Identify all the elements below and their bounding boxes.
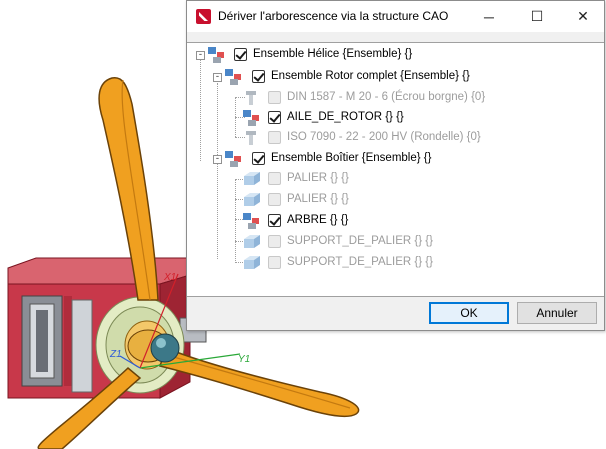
app-logo-icon <box>196 9 211 24</box>
tree-checkbox[interactable] <box>268 235 281 248</box>
tree-node-label[interactable]: Ensemble Hélice {Ensemble} {} <box>253 48 412 60</box>
maximize-button[interactable]: ☐ <box>515 1 559 32</box>
tree-node-label[interactable]: AILE_DE_ROTOR {} {} <box>287 111 404 123</box>
dialog-titlebar[interactable]: Dériver l'arborescence via la structure … <box>187 1 604 32</box>
tree-node-label[interactable]: ARBRE {} {} <box>287 214 348 226</box>
tree-node-label[interactable]: SUPPORT_DE_PALIER {} {} <box>287 256 433 268</box>
tree-node-label[interactable]: Ensemble Boîtier {Ensemble} {} <box>271 152 431 164</box>
tree-node-label[interactable]: PALIER {} {} <box>287 172 349 184</box>
tree-checkbox[interactable] <box>268 131 281 144</box>
minimize-button[interactable]: ─ <box>467 1 511 32</box>
tree-checkbox[interactable] <box>268 172 281 185</box>
standard-part-icon <box>246 91 256 105</box>
standard-part-icon <box>246 131 256 145</box>
derive-tree-dialog: Dériver l'arborescence via la structure … <box>186 0 605 331</box>
tree-checkbox[interactable] <box>268 256 281 269</box>
tree-connector <box>200 59 201 161</box>
dialog-title: Dériver l'arborescence via la structure … <box>218 9 449 23</box>
assembly-icon <box>225 69 241 85</box>
tree-checkbox[interactable] <box>268 111 281 124</box>
assembly-icon <box>208 47 224 63</box>
tree-checkbox[interactable] <box>268 193 281 206</box>
axis-z-label: Z1 <box>109 349 122 360</box>
axis-x-label: X1 <box>163 272 176 283</box>
close-button[interactable]: ✕ <box>561 1 605 32</box>
tree-node-label[interactable]: ISO 7090 - 22 - 200 HV (Rondelle) {0} <box>287 131 481 143</box>
part-icon <box>244 193 260 206</box>
tree-node-label[interactable]: Ensemble Rotor complet {Ensemble} {} <box>271 70 470 82</box>
tree-node-label[interactable]: SUPPORT_DE_PALIER {} {} <box>287 235 433 247</box>
collapse-toggle[interactable]: - <box>196 51 205 60</box>
ok-button[interactable]: OK <box>429 302 509 324</box>
part-icon <box>244 235 260 248</box>
tree-checkbox[interactable] <box>268 214 281 227</box>
assembly-icon <box>225 151 241 167</box>
collapse-toggle[interactable]: - <box>213 73 222 82</box>
tree-checkbox[interactable] <box>234 48 247 61</box>
part-icon <box>244 256 260 269</box>
cancel-button[interactable]: Annuler <box>517 302 597 324</box>
collapse-toggle[interactable]: - <box>213 155 222 164</box>
assembly-icon <box>243 213 259 229</box>
tree-node-label[interactable]: PALIER {} {} <box>287 193 349 205</box>
tree-connector <box>235 179 236 263</box>
tree-checkbox[interactable] <box>252 152 265 165</box>
tree-connector <box>217 83 218 259</box>
tree-node-label[interactable]: DIN 1587 - M 20 - 6 (Écrou borgne) {0} <box>287 91 485 103</box>
assembly-icon <box>243 110 259 126</box>
axis-y-label: Y1 <box>238 354 250 365</box>
tree-checkbox[interactable] <box>252 70 265 83</box>
tree-checkbox[interactable] <box>268 91 281 104</box>
part-icon <box>244 172 260 185</box>
structure-tree[interactable]: - - - Ensemble Hélice {Ensemble} {} Ense… <box>187 42 604 297</box>
